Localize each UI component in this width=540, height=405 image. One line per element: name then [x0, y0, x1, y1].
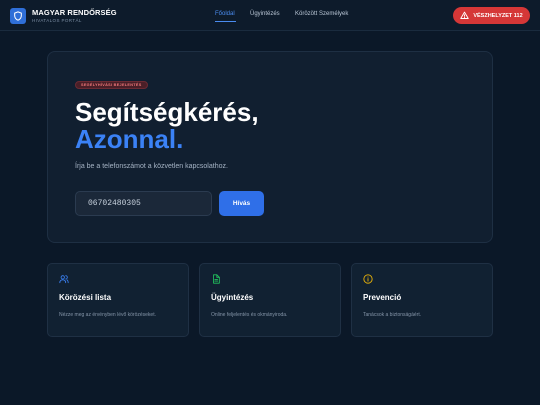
- card-prevention[interactable]: Prevenció Tanácsok a biztonságáért.: [351, 263, 493, 337]
- card-description: Nézze meg az érvényben lévő körözéseket.: [59, 312, 156, 318]
- shield-logo-icon[interactable]: [10, 8, 26, 24]
- hero-title-accent: Azonnal.: [75, 124, 184, 154]
- card-title: Körözési lista: [59, 293, 112, 302]
- nav-item-wanted-persons[interactable]: Körözött Személyek: [295, 11, 348, 17]
- card-title: Prevenció: [363, 293, 402, 302]
- nav-item-administration[interactable]: Ügyintézés: [250, 11, 280, 17]
- card-title: Ügyintézés: [211, 293, 254, 302]
- status-badge: SEGÉLYHÍVÁSI BEJELENTÉS: [75, 81, 148, 89]
- nav-item-home[interactable]: Főoldal: [215, 11, 235, 17]
- brand-title[interactable]: MAGYAR RENDŐRSÉG: [32, 8, 117, 17]
- card-description: Online feljelentés és okmányiroda.: [211, 312, 288, 318]
- card-description: Tanácsok a biztonságáért.: [363, 312, 422, 318]
- emergency-112-button[interactable]: VÉSZHELYZET 112: [453, 7, 530, 24]
- card-wanted-list[interactable]: Körözési lista Nézze meg az érvényben lé…: [47, 263, 189, 337]
- emergency-label: VÉSZHELYZET 112: [473, 12, 523, 19]
- card-administration[interactable]: Ügyintézés Online feljelentés és okmányi…: [199, 263, 341, 337]
- phone-number-input[interactable]: [75, 191, 212, 216]
- hero-description: Írja be a telefonszámot a közvetlen kapc…: [75, 163, 228, 170]
- users-icon: [59, 275, 69, 284]
- top-header: MAGYAR RENDŐRSÉG HIVATALOS PORTÁL Főolda…: [0, 0, 540, 31]
- document-icon: [213, 274, 220, 284]
- emergency-call-panel: SEGÉLYHÍVÁSI BEJELENTÉS Segítségkérés, A…: [47, 51, 493, 243]
- warning-triangle-icon: [460, 11, 470, 19]
- info-circle-icon: [363, 274, 373, 284]
- brand-subtitle: HIVATALOS PORTÁL: [32, 18, 82, 23]
- hero-title: Segítségkérés,: [75, 97, 259, 127]
- nav-active-indicator: [215, 21, 236, 22]
- call-button[interactable]: Hívás: [219, 191, 264, 216]
